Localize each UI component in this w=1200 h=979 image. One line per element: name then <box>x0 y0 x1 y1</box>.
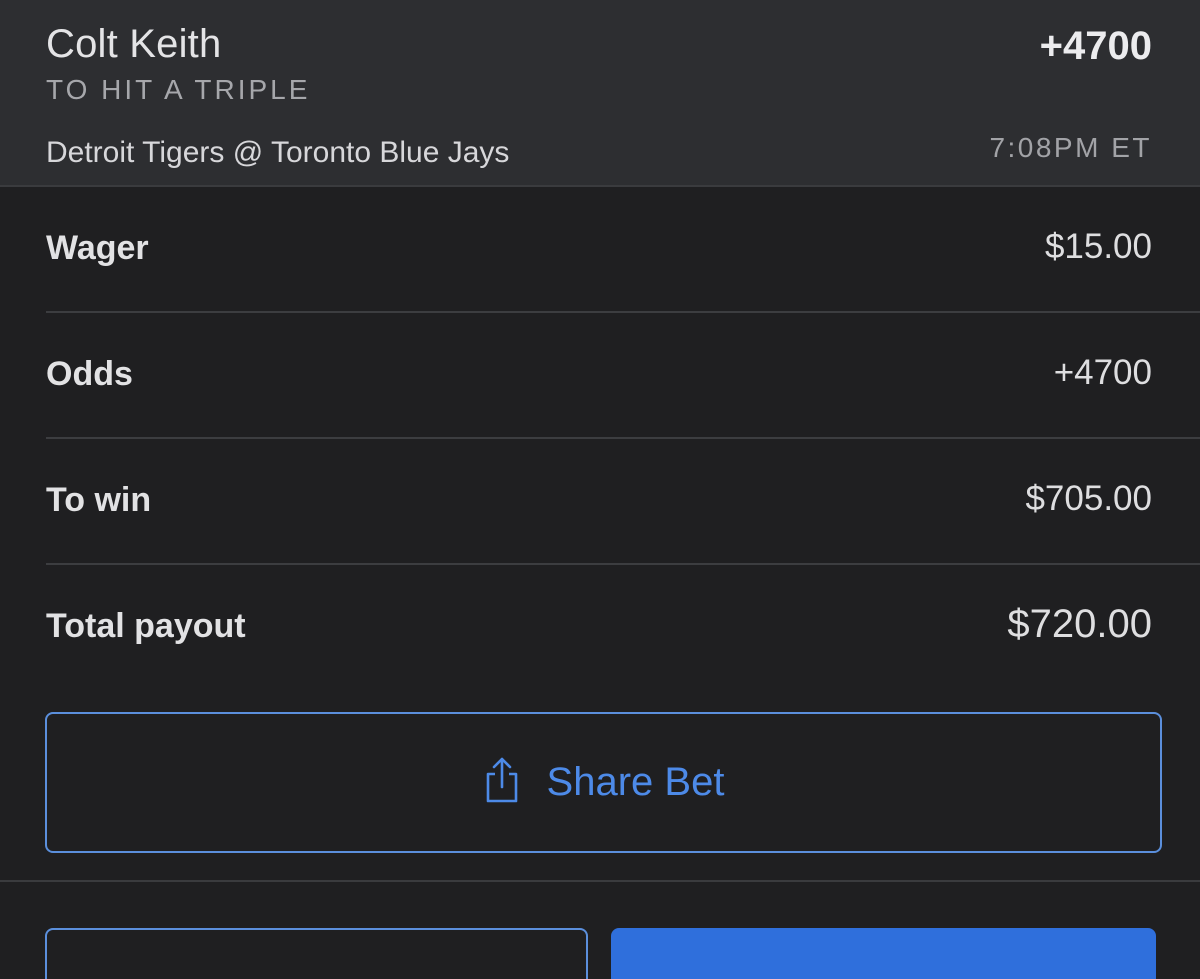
share-bet-button[interactable]: Share Bet <box>45 712 1162 853</box>
detail-value: +4700 <box>1053 353 1152 392</box>
detail-label: Odds <box>46 355 133 393</box>
detail-row-wager: Wager $15.00 <box>46 187 1200 313</box>
detail-value: $705.00 <box>1025 479 1152 518</box>
bet-slip-screen: Colt Keith TO HIT A TRIPLE +4700 Detroit… <box>0 0 1200 979</box>
detail-row-total-payout: Total payout $720.00 <box>46 565 1200 689</box>
secondary-action-button[interactable] <box>45 928 588 979</box>
bet-header-card: Colt Keith TO HIT A TRIPLE +4700 Detroit… <box>0 0 1200 187</box>
game-matchup: Detroit Tigers @ Toronto Blue Jays <box>46 136 510 169</box>
detail-row-to-win: To win $705.00 <box>46 439 1200 565</box>
share-icon <box>486 757 517 802</box>
bet-details-list: Wager $15.00 Odds +4700 To win $705.00 T… <box>0 187 1200 689</box>
primary-action-button[interactable] <box>611 928 1156 979</box>
bet-market: TO HIT A TRIPLE <box>46 74 311 105</box>
detail-label: Wager <box>46 229 149 267</box>
game-time: 7:08PM ET <box>989 132 1152 163</box>
detail-label: Total payout <box>46 607 246 645</box>
detail-value: $15.00 <box>1044 227 1152 266</box>
divider <box>0 880 1200 882</box>
player-name: Colt Keith <box>46 22 222 66</box>
share-bet-label: Share Bet <box>546 760 725 804</box>
detail-label: To win <box>46 481 152 519</box>
detail-row-odds: Odds +4700 <box>46 313 1200 439</box>
detail-value: $720.00 <box>1007 602 1152 646</box>
header-odds: +4700 <box>1039 24 1152 68</box>
